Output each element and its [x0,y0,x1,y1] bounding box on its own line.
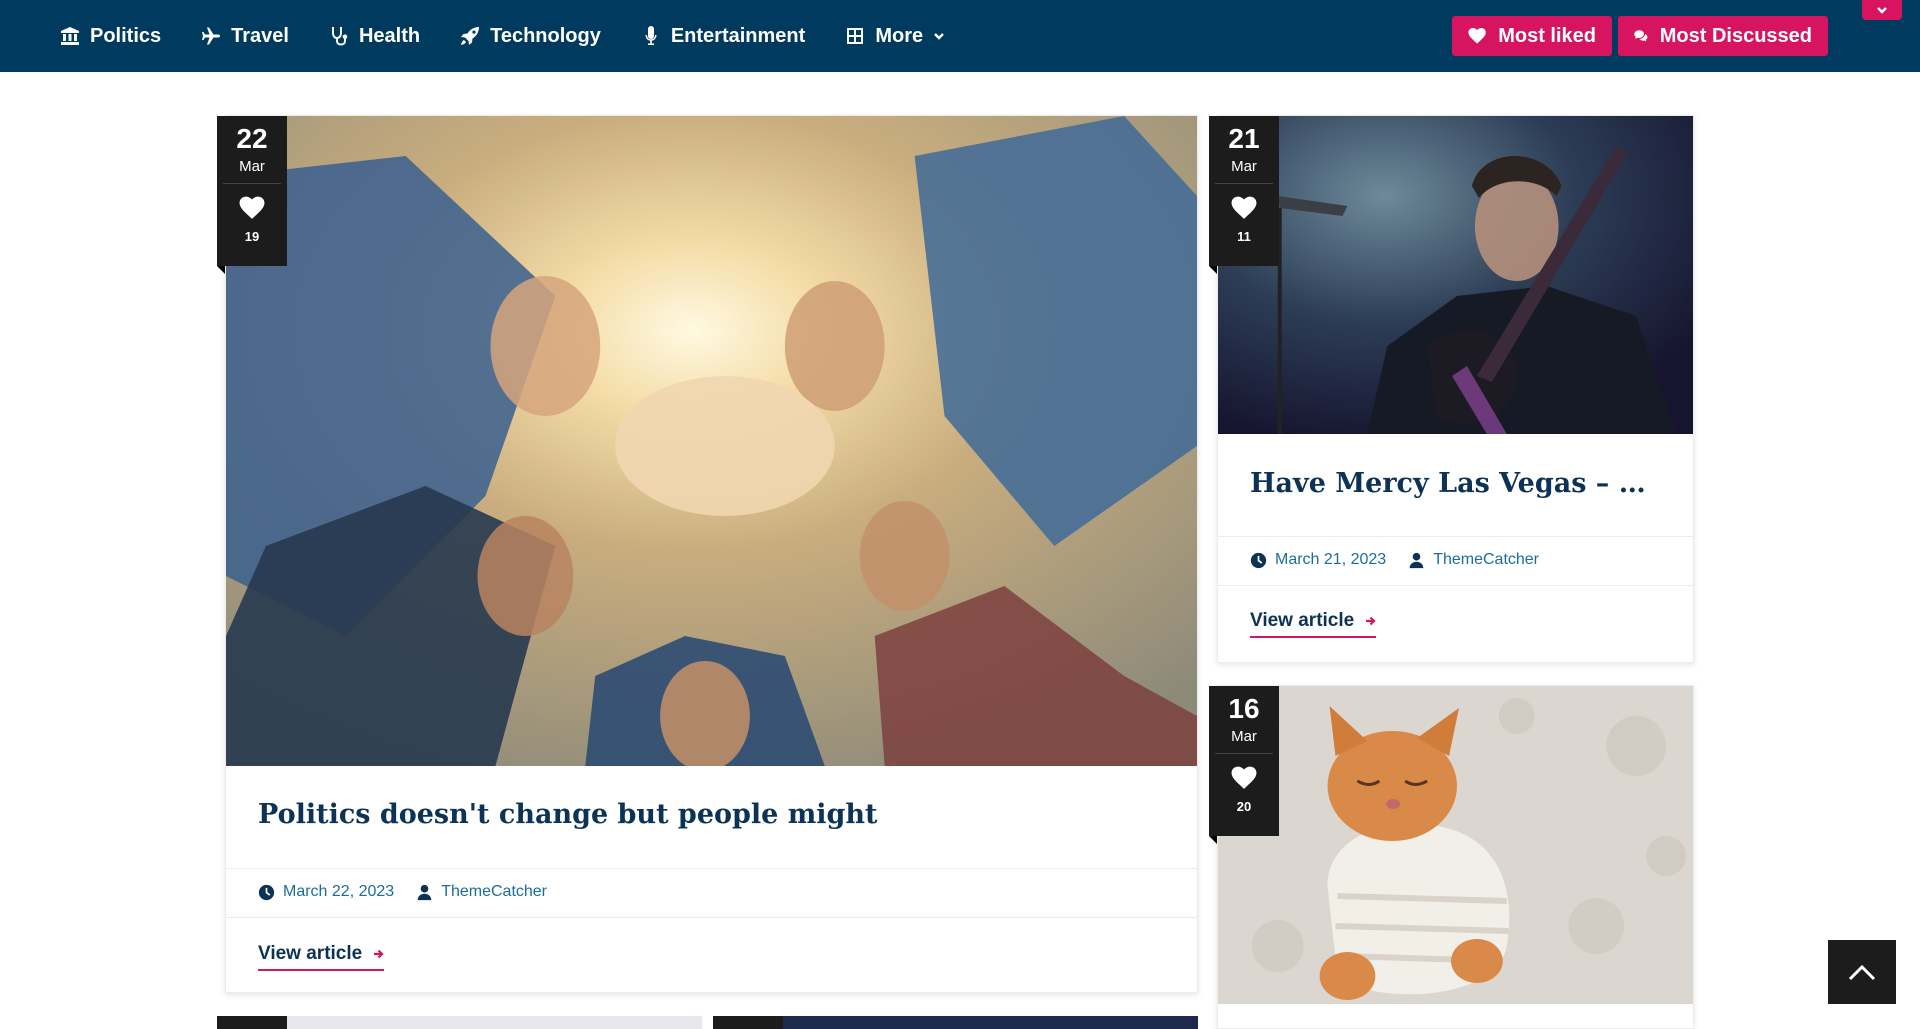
article-card-next [217,1016,287,1029]
heart-icon [1468,28,1486,44]
nav-item-entertainment[interactable]: Entertainment [641,25,805,48]
date-likes-badge: 21 Mar 11 [1209,116,1279,266]
badge-day: 21 [1228,123,1260,154]
article-image[interactable] [1218,686,1693,1004]
like-count: 11 [1237,229,1251,244]
author-name: ThemeCatcher [1433,551,1540,568]
user-icon [1409,552,1424,568]
article-author[interactable]: ThemeCatcher [416,883,547,901]
divider [226,917,1197,918]
article-image[interactable] [226,116,1197,766]
top-navigation-bar: Politics Travel Health Technology Entert… [0,0,1920,72]
date-likes-badge: 16 Mar 20 [1209,686,1279,836]
divider [1218,585,1693,586]
user-icon [417,884,432,900]
clock-icon [1250,552,1267,568]
article-date[interactable]: March 22, 2023 [283,883,394,901]
chevron-up-icon [1848,964,1876,981]
microphone-icon [645,26,657,45]
chevron-down-icon [1877,7,1887,14]
article-card: Politics doesn't change but people might… [225,115,1198,993]
view-article-link[interactable]: View article [1250,610,1377,638]
bank-icon [61,27,79,45]
comments-icon [1634,30,1648,42]
guitarist-photo [1218,116,1693,434]
like-count: 19 [244,229,260,244]
chevron-down-icon [934,33,944,40]
most-discussed-label: Most Discussed [1659,24,1812,47]
badge-day: 22 [236,123,268,154]
article-date[interactable]: March 21, 2023 [1275,551,1386,569]
article-title[interactable]: Politics doesn't change but people might [258,799,1165,830]
header-toggle-tab[interactable] [1862,0,1902,20]
badge-month: Mar [239,158,265,175]
view-article-label: View article [1250,610,1355,631]
most-liked-label: Most liked [1498,24,1596,47]
article-author[interactable]: ThemeCatcher [1408,551,1539,569]
article-image[interactable] [1218,116,1693,434]
article-image-next[interactable] [287,1016,702,1029]
badge-fold [217,266,225,274]
article-card [1217,685,1694,1029]
nav-label: Health [358,24,421,47]
nav-item-politics[interactable]: Politics [60,25,161,48]
nav-item-technology[interactable]: Technology [460,25,601,48]
like-button[interactable] [1209,766,1279,795]
article-title[interactable]: Have Mercy Las Vegas – St P... [1250,468,1661,499]
like-button[interactable] [1209,196,1279,225]
nav-item-travel[interactable]: Travel [201,25,289,48]
most-discussed-button[interactable]: Most Discussed [1618,16,1828,56]
arrow-right-icon [374,949,384,959]
divider [1215,753,1273,754]
divider [1218,536,1693,537]
nav-item-more[interactable]: More [845,25,945,48]
clock-icon [258,884,275,900]
group-hands-photo [226,116,1197,766]
category-nav: Politics Travel Health Technology Entert… [60,0,985,72]
scroll-to-top-button[interactable] [1828,940,1896,1004]
airplane-icon [202,27,221,45]
like-button[interactable] [217,196,287,225]
nav-label: Travel [231,24,289,47]
rocket-icon [461,27,480,45]
heart-icon [1231,196,1257,219]
like-count: 20 [1236,799,1252,814]
heart-icon [1231,766,1257,789]
arrow-right-icon [1366,616,1376,626]
divider [1215,183,1273,184]
badge-month: Mar [1231,158,1257,175]
grid-icon [847,28,864,44]
article-card-next [713,1016,783,1029]
divider [223,183,281,184]
divider [226,868,1197,869]
heart-icon [239,196,265,219]
author-name: ThemeCatcher [441,883,548,900]
badge-fold [1209,836,1217,844]
view-article-label: View article [258,943,363,964]
article-meta: March 21, 2023 ThemeCatcher [1250,551,1539,569]
article-image-next[interactable] [783,1016,1198,1029]
nav-item-health[interactable]: Health [329,25,420,48]
article-card: Have Mercy Las Vegas – St P... March 21,… [1217,115,1694,663]
nav-label: Politics [90,24,162,47]
date-likes-badge: 22 Mar 19 [217,116,287,266]
nav-label: More [875,24,924,47]
badge-month: Mar [1231,728,1257,745]
badge-day: 16 [1228,693,1260,724]
nav-label: Entertainment [670,24,806,47]
badge-fold [1209,266,1217,274]
most-liked-button[interactable]: Most liked [1452,16,1612,56]
article-meta: March 22, 2023 ThemeCatcher [258,883,547,901]
stethoscope-icon [331,27,348,46]
kitten-photo [1218,686,1693,1004]
nav-label: Technology [490,24,601,47]
view-article-link[interactable]: View article [258,943,385,971]
